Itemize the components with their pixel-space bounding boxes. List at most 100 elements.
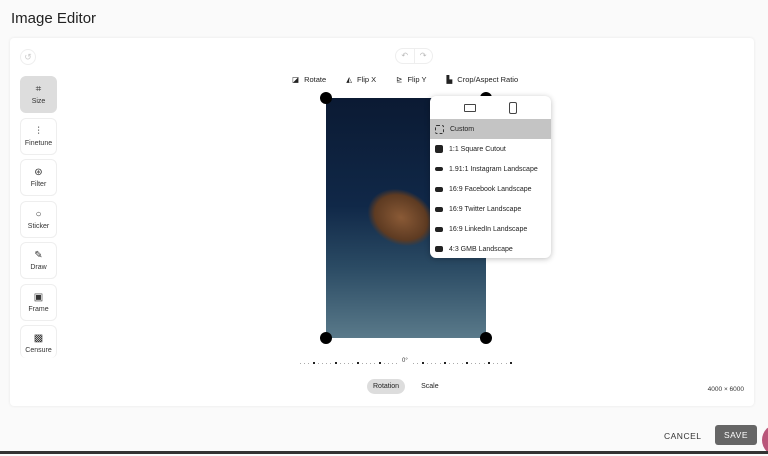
flip-x-button[interactable]: ◭ Flip X [346,75,376,84]
crop-handle-bottom-left[interactable] [320,332,332,344]
ruler-tick [505,362,507,364]
redo-icon[interactable]: ↷ [415,49,433,63]
ruler-tick [374,362,376,364]
ruler-tick [479,362,481,364]
aspect-option[interactable]: 4:3 GMB Landscape [430,239,551,259]
ruler-tick [443,362,446,364]
aspect-ratio-menu: Custom 1:1 Square Cutout 1.91:1 Instagra… [430,96,551,258]
ruler-tick [304,362,306,364]
crop-icon: ⌗ [35,84,42,95]
landscape-icon [435,167,443,171]
aspect-option[interactable]: 1:1 Square Cutout [430,139,551,159]
sliders-icon: ⫶ [37,126,40,137]
flip-y-button[interactable]: ⊵ Flip Y [396,75,426,84]
ruler-tick [352,362,354,364]
tool-sticker[interactable]: ○ Sticker [20,201,57,238]
pencil-icon: ✎ [34,250,43,261]
landscape-icon [435,186,443,192]
adjust-tabs: Rotation Scale [367,379,445,394]
rotate-button[interactable]: ◪ Rotate [292,75,326,84]
tool-frame[interactable]: ▣ Frame [20,284,57,321]
ruler-tick [322,362,324,364]
aspect-option[interactable]: 16:9 Twitter Landscape [430,199,551,219]
ruler-tick [448,362,450,364]
ruler-tick [356,362,359,364]
ruler-tick [413,362,415,364]
ruler-tick [421,362,424,364]
transform-toolbar: ◪ Rotate ◭ Flip X ⊵ Flip Y ▙ Crop/Aspect Rat… [292,75,518,84]
ruler-tick [483,362,485,364]
ruler-tick [326,362,328,364]
rotation-value: 0° [402,358,408,364]
tool-draw[interactable]: ✎ Draw [20,242,57,279]
undo-redo-group: ↶ ↷ [395,48,433,64]
ruler-tick [457,362,459,364]
ruler-tick [348,362,350,364]
ruler-tick [475,362,477,364]
ruler-tick [470,362,472,364]
frame-icon: ▣ [33,292,44,303]
ruler-tick [492,362,494,364]
ruler-tick [300,362,301,364]
tool-size[interactable]: ⌗ Size [20,76,57,113]
crop-aspect-button[interactable]: ▙ Crop/Aspect Ratio [447,75,519,84]
ruler-tick [431,362,433,364]
ruler-tick [339,362,341,364]
ruler-tick [396,362,398,364]
ruler-tick [426,362,428,364]
history-icon[interactable]: ↺ [20,49,36,65]
portrait-orientation-icon[interactable] [508,101,517,114]
flip-y-icon: ⊵ [396,75,403,84]
tool-censure[interactable]: ▩ Censure [20,325,57,358]
aspect-option[interactable]: 16:9 LinkedIn Landscape [430,219,551,239]
tab-scale[interactable]: Scale [415,379,445,394]
ruler-tick [497,362,499,364]
ruler-tick [344,362,346,364]
save-button[interactable]: SAVE [715,425,757,445]
landscape-orientation-icon[interactable] [464,103,477,112]
aspect-ratio-icon: ▙ [446,75,453,84]
landscape-icon [435,206,443,212]
aspect-option[interactable]: 1.91:1 Instagram Landscape [430,159,551,179]
image-dimensions: 4000 × 6000 [707,386,744,393]
ruler-tick [453,362,455,364]
ruler-tick [417,362,419,364]
ruler-tick [383,362,385,364]
ruler-tick [435,362,437,364]
ruler-tick [461,362,463,364]
undo-icon[interactable]: ↶ [396,49,415,63]
aspect-option[interactable]: 16:9 Facebook Landscape [430,179,551,199]
crop-handle-top-left[interactable] [320,92,332,104]
sticker-icon: ○ [35,209,42,220]
landscape-icon [435,246,443,252]
aspect-option-custom[interactable]: Custom [430,119,551,139]
ruler-tick [501,362,503,364]
ruler-tick [509,362,512,364]
cancel-button[interactable]: CANCEL [664,431,701,441]
ruler-tick [370,362,372,364]
ruler-tick [487,362,490,364]
custom-crop-icon [435,124,444,134]
ruler-tick [317,362,319,364]
ruler-tick [361,362,363,364]
ruler-tick [330,362,332,364]
crop-handle-bottom-right[interactable] [480,332,492,344]
ruler-tick [392,362,394,364]
ruler-tick [308,362,310,364]
ruler-tick [465,362,468,364]
ruler-tick [366,362,368,364]
tab-rotation[interactable]: Rotation [367,379,406,394]
ruler-tick [439,362,441,364]
censure-icon: ▩ [33,333,44,344]
tool-filter[interactable]: ⊛ Filter [20,159,57,196]
ruler-tick [312,362,315,364]
filter-icon: ⊛ [34,167,43,178]
ruler-tick [388,362,390,364]
flip-x-icon: ◭ [346,75,352,84]
ruler-tick [378,362,381,364]
ruler-tick [334,362,337,364]
landscape-icon [435,226,443,232]
square-icon [435,145,443,153]
rotate-icon: ◪ [292,75,300,84]
tool-finetune[interactable]: ⫶ Finetune [20,118,57,155]
